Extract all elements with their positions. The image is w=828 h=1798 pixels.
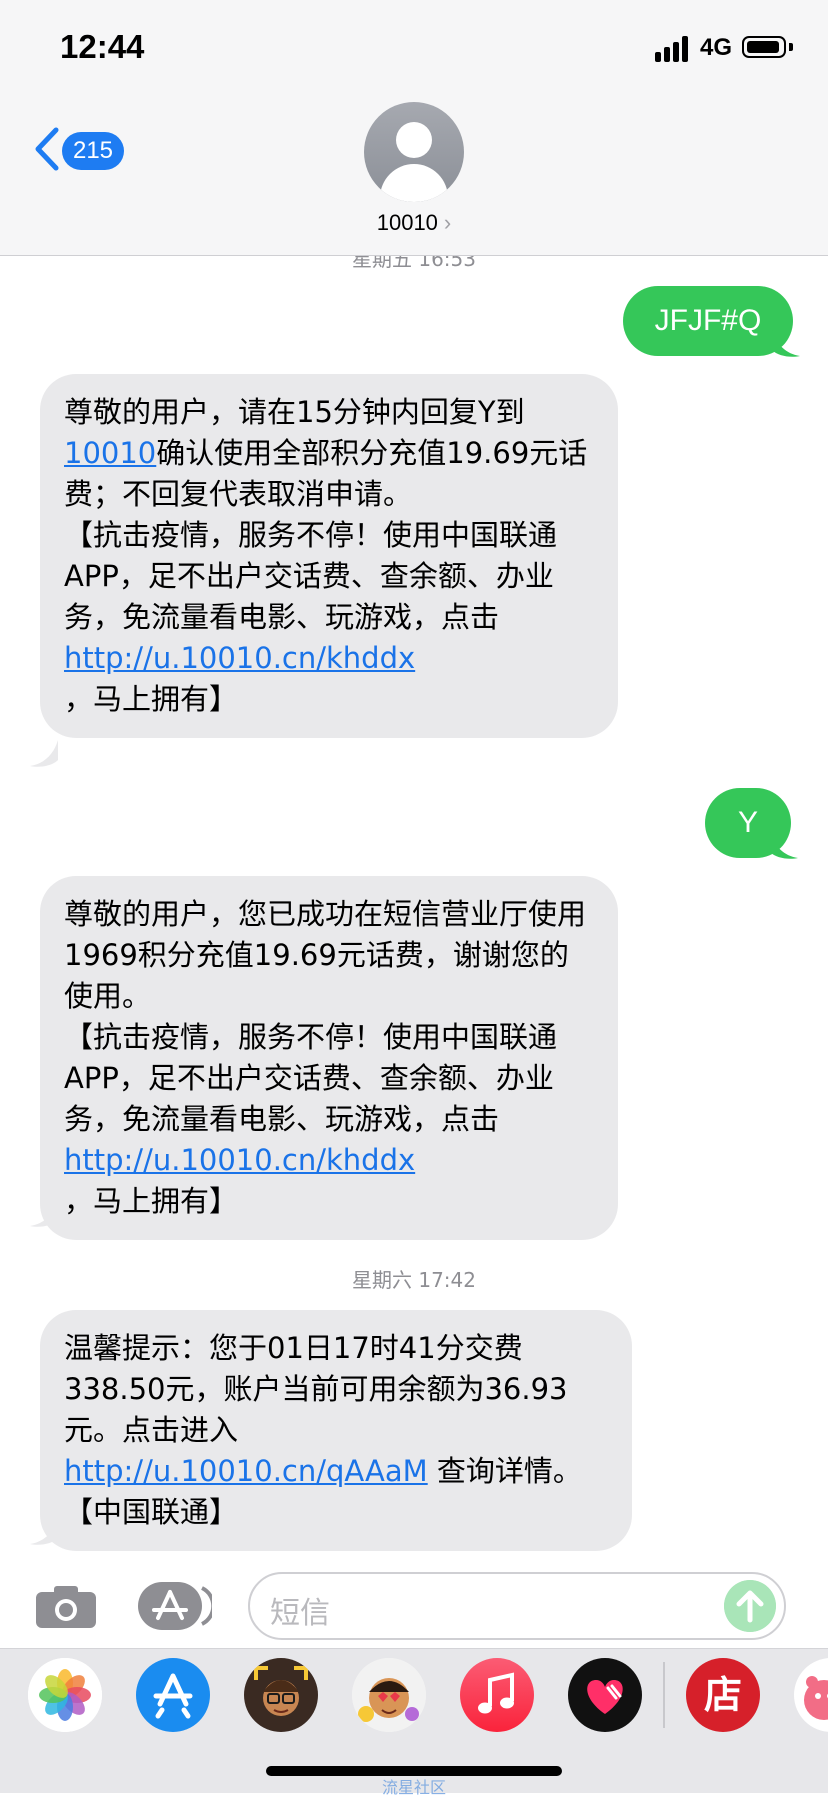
battery-nub [789, 43, 793, 51]
drawer-divider [663, 1662, 665, 1728]
digital-touch-icon[interactable] [568, 1658, 642, 1732]
message-text: 【抗击疫情，服务不停！使用中国联通APP，足不出户交话费、查余额、办业务，免流量… [64, 1020, 558, 1136]
message-text: ，马上拥有】 [64, 682, 239, 716]
outgoing-message[interactable]: JFJF#Q [623, 286, 793, 356]
bubble-tail [30, 740, 58, 767]
animoji-icon[interactable] [352, 1658, 426, 1732]
app-store-icon[interactable] [136, 1658, 210, 1732]
store-app-glyph: 店 [703, 1673, 742, 1717]
message-text: JFJF#Q [654, 304, 762, 337]
conversation-header: 12:44 4G 215 10010 › [0, 0, 828, 256]
message-text: 温馨提示：您于01日17时41分交费338.50元，账户当前可用余额为36.93… [64, 1331, 568, 1447]
message-input-placeholder: 短信 [270, 1596, 330, 1631]
bubble-tail [30, 1200, 58, 1227]
message-paragraph: 【抗击疫情，服务不停！使用中国联通APP，足不出户交话费、查余额、办业务，免流量… [64, 1017, 594, 1222]
status-time: 12:44 [60, 28, 145, 65]
network-type: 4G [700, 34, 733, 61]
back-chevron-icon[interactable] [32, 126, 62, 172]
cellular-signal-icon [655, 36, 691, 62]
music-icon[interactable] [460, 1658, 534, 1732]
url-link[interactable]: http://u.10010.cn/khddx [64, 641, 415, 675]
message-text: Y [737, 806, 758, 839]
incoming-message[interactable]: 尊敬的用户，请在15分钟内回复Y到10010确认使用全部积分充值19.69元话费… [40, 374, 618, 738]
watermark-text: 流星社区 [381, 1778, 446, 1797]
message-paragraph: 【抗击疫情，服务不停！使用中国联通APP，足不出户交话费、查余额、办业务，免流量… [64, 515, 594, 720]
timestamp: 星期六 17:42 [352, 1268, 476, 1292]
app-drawer-button-icon[interactable] [138, 1582, 212, 1630]
incoming-message[interactable]: 尊敬的用户，您已成功在短信营业厅使用1969积分充值19.69元话费，谢谢您的使… [40, 876, 618, 1240]
contact-name-button[interactable]: 10010 › [0, 210, 828, 236]
photos-icon[interactable] [28, 1658, 102, 1732]
incoming-message[interactable]: 温馨提示：您于01日17时41分交费338.50元，账户当前可用余额为36.93… [40, 1310, 632, 1551]
message-text: 尊敬的用户，请在15分钟内回复Y到 [64, 395, 525, 429]
message-paragraph: 尊敬的用户，请在15分钟内回复Y到10010确认使用全部积分充值19.69元话费… [64, 392, 594, 515]
send-arrow-icon[interactable] [724, 1580, 776, 1632]
chevron-right-icon: › [443, 210, 452, 235]
url-link[interactable]: http://u.10010.cn/khddx [64, 1143, 415, 1177]
contact-avatar[interactable] [364, 102, 464, 202]
bubble-tail [770, 832, 798, 859]
message-text: 【抗击疫情，服务不停！使用中国联通APP，足不出户交话费、查余额、办业务，免流量… [64, 518, 558, 634]
back-unread-badge[interactable]: 215 [62, 132, 124, 170]
contact-name: 10010 [376, 210, 438, 235]
phone-link[interactable]: 10010 [64, 436, 156, 470]
bubble-tail [30, 1518, 58, 1545]
bubble-tail [772, 330, 800, 357]
camera-icon[interactable] [36, 1584, 96, 1628]
url-link[interactable]: http://u.10010.cn/qAAaM [64, 1454, 428, 1488]
store-app-icon[interactable]: 店 [686, 1658, 760, 1732]
message-text: ，马上拥有】 [64, 1184, 239, 1218]
battery-icon [742, 36, 786, 58]
message-paragraph: 尊敬的用户，您已成功在短信营业厅使用1969积分充值19.69元话费，谢谢您的使… [64, 897, 587, 1013]
memoji-icon[interactable] [244, 1658, 318, 1732]
